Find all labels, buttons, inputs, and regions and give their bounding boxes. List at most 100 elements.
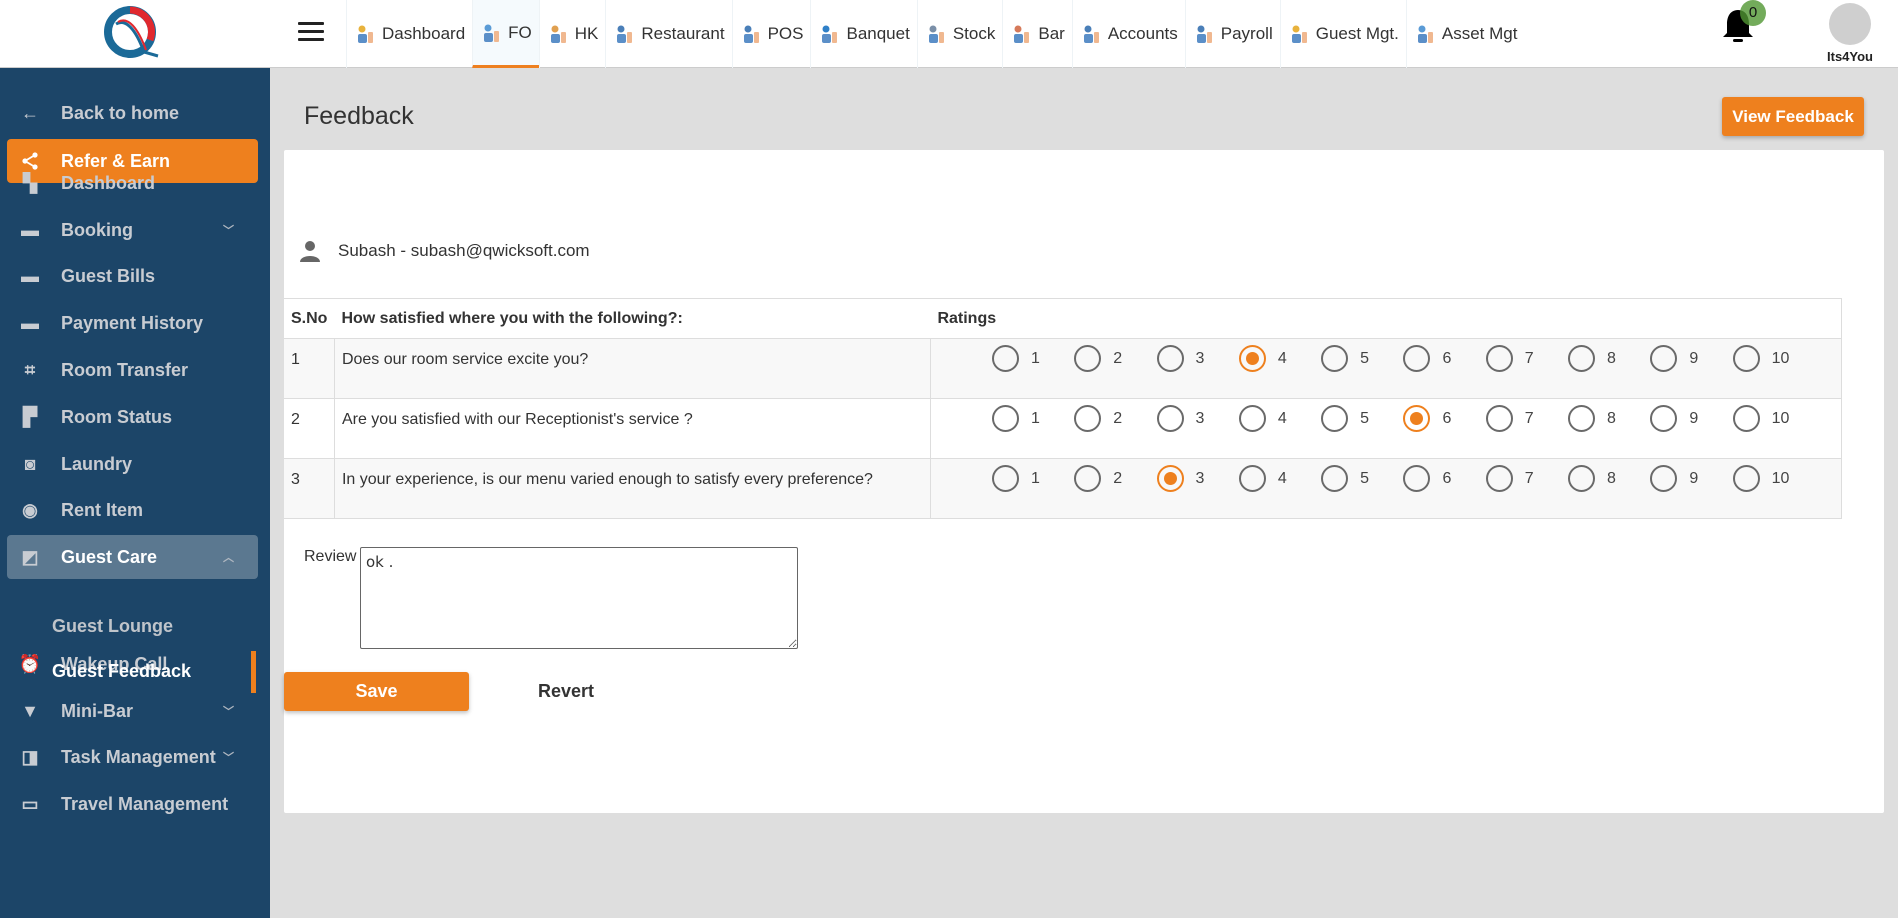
nav-fo[interactable]: FO <box>472 0 539 68</box>
rating-option[interactable]: 9 <box>1650 345 1732 372</box>
view-feedback-button[interactable]: View Feedback <box>1722 97 1864 136</box>
nav-restaurant[interactable]: Restaurant <box>605 0 731 68</box>
rating-option[interactable]: 3 <box>1156 405 1239 432</box>
rating-option[interactable]: 4 <box>1238 465 1321 492</box>
radio-unchecked[interactable] <box>1238 405 1266 432</box>
rating-option[interactable]: 1 <box>991 345 1074 372</box>
sidebar-subitem-guest-feedback[interactable]: Guest Feedback <box>52 661 191 682</box>
rating-option[interactable]: 5 <box>1321 405 1403 432</box>
radio-unchecked[interactable] <box>1238 465 1266 492</box>
rating-option[interactable]: 7 <box>1485 345 1568 372</box>
radio-checked[interactable] <box>1238 345 1266 372</box>
sidebar-item-laundry[interactable]: ◙ Laundry <box>7 442 258 486</box>
radio-unchecked[interactable] <box>1732 465 1760 492</box>
radio-unchecked[interactable] <box>1156 405 1184 432</box>
rating-option[interactable]: 10 <box>1732 345 1815 372</box>
sidebar-item-guest-bills[interactable]: ▬ Guest Bills <box>7 254 258 298</box>
menu-toggle-button[interactable] <box>298 22 324 44</box>
sidebar-item-dashboard[interactable]: ▚ Dashboard <box>7 161 258 205</box>
sidebar-item-travel-management[interactable]: ▭ Travel Management <box>7 782 258 826</box>
chevron-up-icon[interactable]: ︿ <box>223 549 234 565</box>
sidebar-item-room-status[interactable]: ▛ Room Status <box>7 395 258 439</box>
radio-unchecked[interactable] <box>1732 345 1760 372</box>
revert-button[interactable]: Revert <box>520 672 612 711</box>
radio-unchecked[interactable] <box>1568 345 1596 372</box>
radio-unchecked[interactable] <box>1568 465 1596 492</box>
back-to-home-link[interactable]: ← Back to home <box>7 91 258 135</box>
rating-option[interactable]: 5 <box>1321 345 1403 372</box>
radio-unchecked[interactable] <box>1568 405 1596 432</box>
rating-option[interactable]: 9 <box>1650 405 1732 432</box>
sidebar-item-mini-bar[interactable]: ▼ Mini-Bar ﹀ <box>7 689 258 733</box>
rating-option[interactable]: 8 <box>1568 465 1650 492</box>
sidebar-item-task-management[interactable]: ◨ Task Management ﹀ <box>7 735 258 779</box>
radio-unchecked[interactable] <box>991 465 1019 492</box>
rating-option[interactable]: 10 <box>1732 465 1815 492</box>
rating-option[interactable]: 10 <box>1732 405 1815 432</box>
chevron-down-icon[interactable]: ﹀ <box>223 703 234 719</box>
radio-checked[interactable] <box>1403 405 1431 432</box>
radio-unchecked[interactable] <box>1403 345 1431 372</box>
save-button[interactable]: Save <box>284 672 469 711</box>
radio-unchecked[interactable] <box>1321 465 1349 492</box>
rating-option[interactable]: 6 <box>1403 465 1485 492</box>
radio-unchecked[interactable] <box>991 345 1019 372</box>
nav-accounts[interactable]: Accounts <box>1071 0 1185 68</box>
radio-unchecked[interactable] <box>1485 345 1513 372</box>
nav-guest-mgt[interactable]: Guest Mgt. <box>1279 0 1406 68</box>
rating-option[interactable]: 2 <box>1074 345 1156 372</box>
rating-option[interactable]: 6 <box>1403 345 1485 372</box>
radio-unchecked[interactable] <box>1650 465 1678 492</box>
radio-unchecked[interactable] <box>1650 405 1678 432</box>
sidebar-item-payment-history[interactable]: ▬ Payment History <box>7 301 258 345</box>
nav-banquet[interactable]: Banquet <box>810 0 916 68</box>
radio-unchecked[interactable] <box>1074 345 1102 372</box>
rating-option[interactable]: 2 <box>1074 405 1156 432</box>
rating-option[interactable]: 3 <box>1156 465 1239 492</box>
rating-option[interactable]: 8 <box>1568 345 1650 372</box>
radio-unchecked[interactable] <box>1485 405 1513 432</box>
rating-option[interactable]: 7 <box>1485 465 1568 492</box>
rating-option[interactable]: 5 <box>1321 465 1403 492</box>
table-row: 1 Does our room service excite you? 1 2 3 4 5 6… <box>284 338 1843 399</box>
rating-option[interactable]: 7 <box>1485 405 1568 432</box>
rating-option[interactable]: 1 <box>991 465 1074 492</box>
rating-option[interactable]: 3 <box>1156 345 1239 372</box>
radio-unchecked[interactable] <box>1732 405 1760 432</box>
sidebar-item-room-transfer[interactable]: ⌗ Room Transfer <box>7 348 258 392</box>
nav-hk[interactable]: HK <box>538 0 606 68</box>
rating-option[interactable]: 1 <box>991 405 1074 432</box>
sidebar-subitem-guest-lounge[interactable]: Guest Lounge <box>52 616 173 637</box>
sidebar-item-booking[interactable]: ▬ Booking ﹀ <box>7 208 258 252</box>
radio-unchecked[interactable] <box>1321 345 1349 372</box>
col-sno: S.No <box>284 298 335 339</box>
sidebar-item-rent-item[interactable]: ◉ Rent Item <box>7 488 258 532</box>
radio-unchecked[interactable] <box>1074 465 1102 492</box>
rating-option[interactable]: 4 <box>1238 345 1321 372</box>
rating-option[interactable]: 9 <box>1650 465 1732 492</box>
rating-option[interactable]: 4 <box>1238 405 1321 432</box>
rating-option[interactable]: 6 <box>1403 405 1485 432</box>
nav-dashboard[interactable]: Dashboard <box>346 0 472 68</box>
radio-unchecked[interactable] <box>1403 465 1431 492</box>
radio-unchecked[interactable] <box>1650 345 1678 372</box>
qwicksoft-logo[interactable] <box>100 4 164 62</box>
radio-unchecked[interactable] <box>1156 345 1184 372</box>
nav-payroll[interactable]: Payroll <box>1184 0 1280 68</box>
sidebar-item-guest-care[interactable]: ◩ Guest Care ︿ <box>7 535 258 579</box>
radio-unchecked[interactable] <box>1074 405 1102 432</box>
radio-unchecked[interactable] <box>1321 405 1349 432</box>
nav-asset-mgt[interactable]: Asset Mgt <box>1405 0 1525 68</box>
nav-bar[interactable]: Bar <box>1002 0 1071 68</box>
chevron-down-icon[interactable]: ﹀ <box>223 222 234 238</box>
rating-option[interactable]: 2 <box>1074 465 1156 492</box>
radio-checked[interactable] <box>1156 465 1184 492</box>
radio-unchecked[interactable] <box>1485 465 1513 492</box>
radio-unchecked[interactable] <box>991 405 1019 432</box>
user-menu[interactable]: Its4You <box>1810 0 1890 68</box>
nav-pos[interactable]: POS <box>731 0 811 68</box>
nav-stock[interactable]: Stock <box>916 0 1003 68</box>
rating-option[interactable]: 8 <box>1568 405 1650 432</box>
chevron-down-icon[interactable]: ﹀ <box>223 749 234 765</box>
review-textarea[interactable] <box>360 547 798 649</box>
